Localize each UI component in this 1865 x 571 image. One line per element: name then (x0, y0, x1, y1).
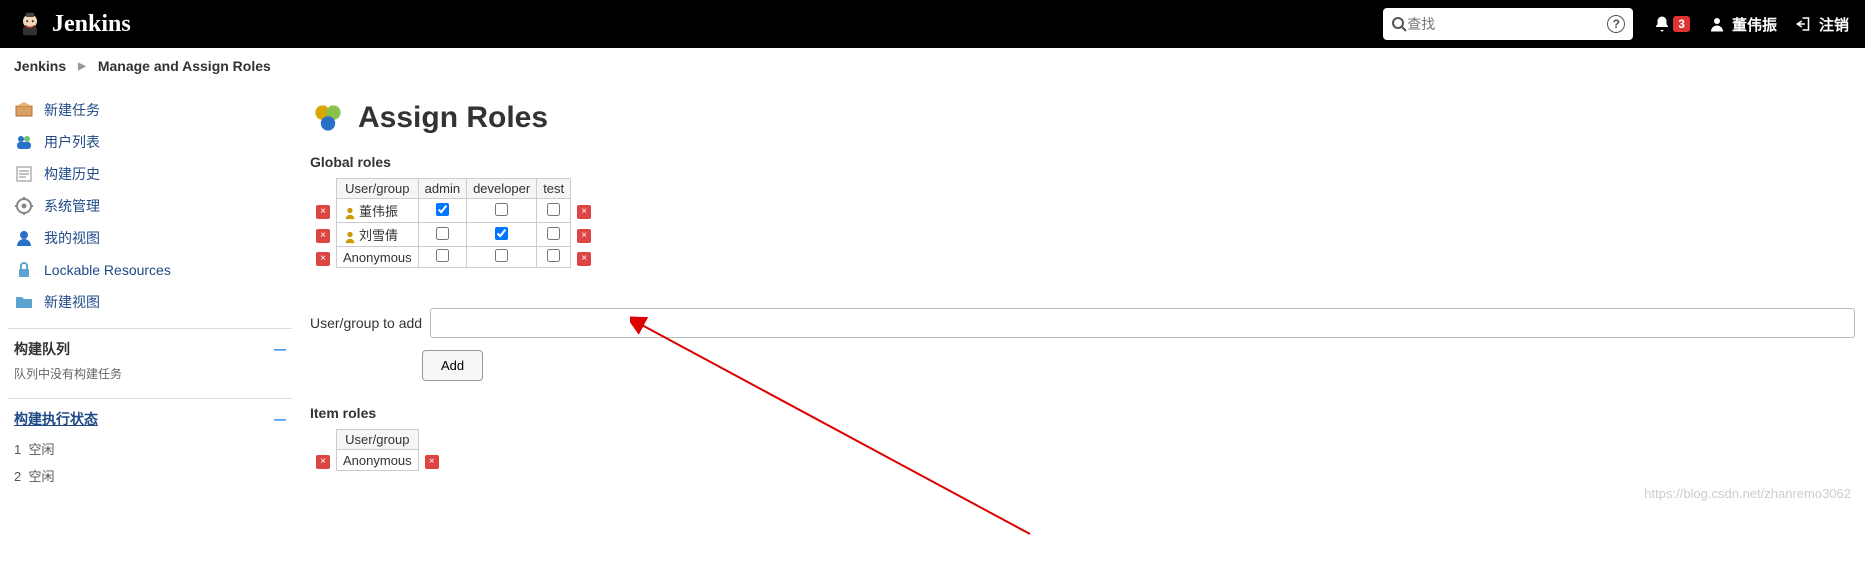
sidebar-item-label: 构建历史 (44, 164, 100, 184)
executor-row: 2 空闲 (14, 462, 286, 489)
brand-text: Jenkins (52, 11, 131, 38)
breadcrumb: Jenkins ▶ Manage and Assign Roles (0, 48, 1865, 84)
top-header: Jenkins ? 3 董伟振 注销 (0, 0, 1865, 48)
sidebar-item-lockable[interactable]: Lockable Resources (8, 254, 292, 286)
check-test[interactable] (547, 249, 560, 262)
watermark: https://blog.csdn.net/zhanremo3062 (1644, 486, 1851, 501)
sidebar-item-new-view[interactable]: 新建视图 (8, 286, 292, 318)
delete-row-icon[interactable]: × (577, 252, 591, 266)
logout-link[interactable]: 注销 (1795, 14, 1849, 35)
check-developer[interactable] (495, 249, 508, 262)
table-row: × 刘雪倩 × (310, 223, 597, 247)
executor-title[interactable]: 构建执行状态 (14, 409, 98, 429)
main-content: Assign Roles Global roles User/group adm… (300, 84, 1865, 511)
col-test: test (537, 179, 571, 199)
add-user-label: User/group to add (310, 315, 422, 331)
collapse-icon[interactable]: — (274, 412, 286, 426)
crumb-page[interactable]: Manage and Assign Roles (98, 58, 271, 74)
sidebar-item-build-history[interactable]: 构建历史 (8, 158, 292, 190)
check-developer[interactable] (495, 203, 508, 216)
row-name: 董伟振 (359, 204, 398, 219)
sidebar-item-label: Lockable Resources (44, 262, 171, 278)
bell-icon (1653, 15, 1671, 33)
row-name: Anonymous (343, 453, 412, 468)
folder-plus-icon (14, 292, 34, 312)
user-icon (1708, 15, 1726, 33)
sidebar-item-label: 系统管理 (44, 196, 100, 216)
sidebar-item-manage[interactable]: 系统管理 (8, 190, 292, 222)
col-admin: admin (418, 179, 466, 199)
item-roles-heading: Item roles (310, 405, 1855, 421)
executor-panel: 构建执行状态 — 1 空闲 2 空闲 (8, 398, 292, 495)
user-icon (14, 228, 34, 248)
table-row: × 董伟振 × (310, 199, 597, 223)
check-test[interactable] (547, 203, 560, 216)
table-row: × Anonymous × (310, 247, 597, 268)
users-icon (14, 132, 34, 152)
sidebar-item-users[interactable]: 用户列表 (8, 126, 292, 158)
add-user-input[interactable] (430, 308, 1855, 338)
delete-row-icon[interactable]: × (577, 229, 591, 243)
sidebar-item-label: 我的视图 (44, 228, 100, 248)
delete-row-icon[interactable]: × (577, 205, 591, 219)
sidebar-item-label: 用户列表 (44, 132, 100, 152)
check-admin[interactable] (436, 249, 449, 262)
queue-title: 构建队列 (14, 339, 70, 359)
history-icon (14, 164, 34, 184)
crumb-root[interactable]: Jenkins (14, 58, 66, 74)
add-button[interactable]: Add (422, 350, 483, 381)
user-name: 董伟振 (1732, 14, 1777, 35)
table-header-row: User/group (310, 430, 445, 450)
row-name: 刘雪倩 (359, 228, 398, 243)
search-icon (1391, 16, 1407, 32)
col-usergroup: User/group (337, 179, 419, 199)
current-user[interactable]: 董伟振 (1708, 14, 1777, 35)
check-admin[interactable] (436, 203, 449, 216)
roles-icon (310, 100, 346, 136)
col-usergroup: User/group (337, 430, 419, 450)
check-developer[interactable] (495, 227, 508, 240)
delete-row-icon[interactable]: × (425, 455, 439, 469)
person-icon (343, 206, 357, 220)
box-icon (14, 100, 34, 120)
delete-row-icon[interactable]: × (316, 455, 330, 469)
check-admin[interactable] (436, 227, 449, 240)
item-roles-table: User/group × Anonymous × (310, 429, 445, 471)
search-input[interactable] (1407, 16, 1607, 32)
global-roles-heading: Global roles (310, 154, 1855, 170)
gear-icon (14, 196, 34, 216)
table-header-row: User/group admin developer test (310, 179, 597, 199)
global-roles-table: User/group admin developer test × 董伟振 × … (310, 178, 597, 268)
lock-icon (14, 260, 34, 280)
sidebar-item-label: 新建任务 (44, 100, 100, 120)
check-test[interactable] (547, 227, 560, 240)
sidebar: 新建任务 用户列表 构建历史 系统管理 我的视图 Lockable Resour… (0, 84, 300, 511)
build-queue-panel: 构建队列 — 队列中没有构建任务 (8, 328, 292, 388)
logout-icon (1795, 15, 1813, 33)
page-title: Assign Roles (310, 100, 1855, 136)
sidebar-item-label: 新建视图 (44, 292, 100, 312)
add-user-row: User/group to add (310, 308, 1855, 338)
notifications[interactable]: 3 (1653, 15, 1690, 33)
annotation-arrow (630, 314, 1050, 544)
chevron-right-icon: ▶ (78, 61, 86, 72)
row-name: Anonymous (343, 250, 412, 265)
logout-label: 注销 (1819, 14, 1849, 35)
delete-row-icon[interactable]: × (316, 252, 330, 266)
sidebar-item-new-job[interactable]: 新建任务 (8, 94, 292, 126)
search-help-icon[interactable]: ? (1607, 15, 1625, 33)
sidebar-item-my-views[interactable]: 我的视图 (8, 222, 292, 254)
jenkins-head-icon (16, 10, 44, 38)
notif-badge: 3 (1673, 16, 1690, 32)
collapse-icon[interactable]: — (274, 342, 286, 356)
col-developer: developer (467, 179, 537, 199)
person-icon (343, 230, 357, 244)
delete-row-icon[interactable]: × (316, 229, 330, 243)
queue-empty-text: 队列中没有构建任务 (14, 365, 286, 382)
executor-row: 1 空闲 (14, 435, 286, 462)
delete-row-icon[interactable]: × (316, 205, 330, 219)
table-row: × Anonymous × (310, 450, 445, 471)
search-box[interactable]: ? (1383, 8, 1633, 40)
jenkins-logo[interactable]: Jenkins (16, 10, 131, 38)
